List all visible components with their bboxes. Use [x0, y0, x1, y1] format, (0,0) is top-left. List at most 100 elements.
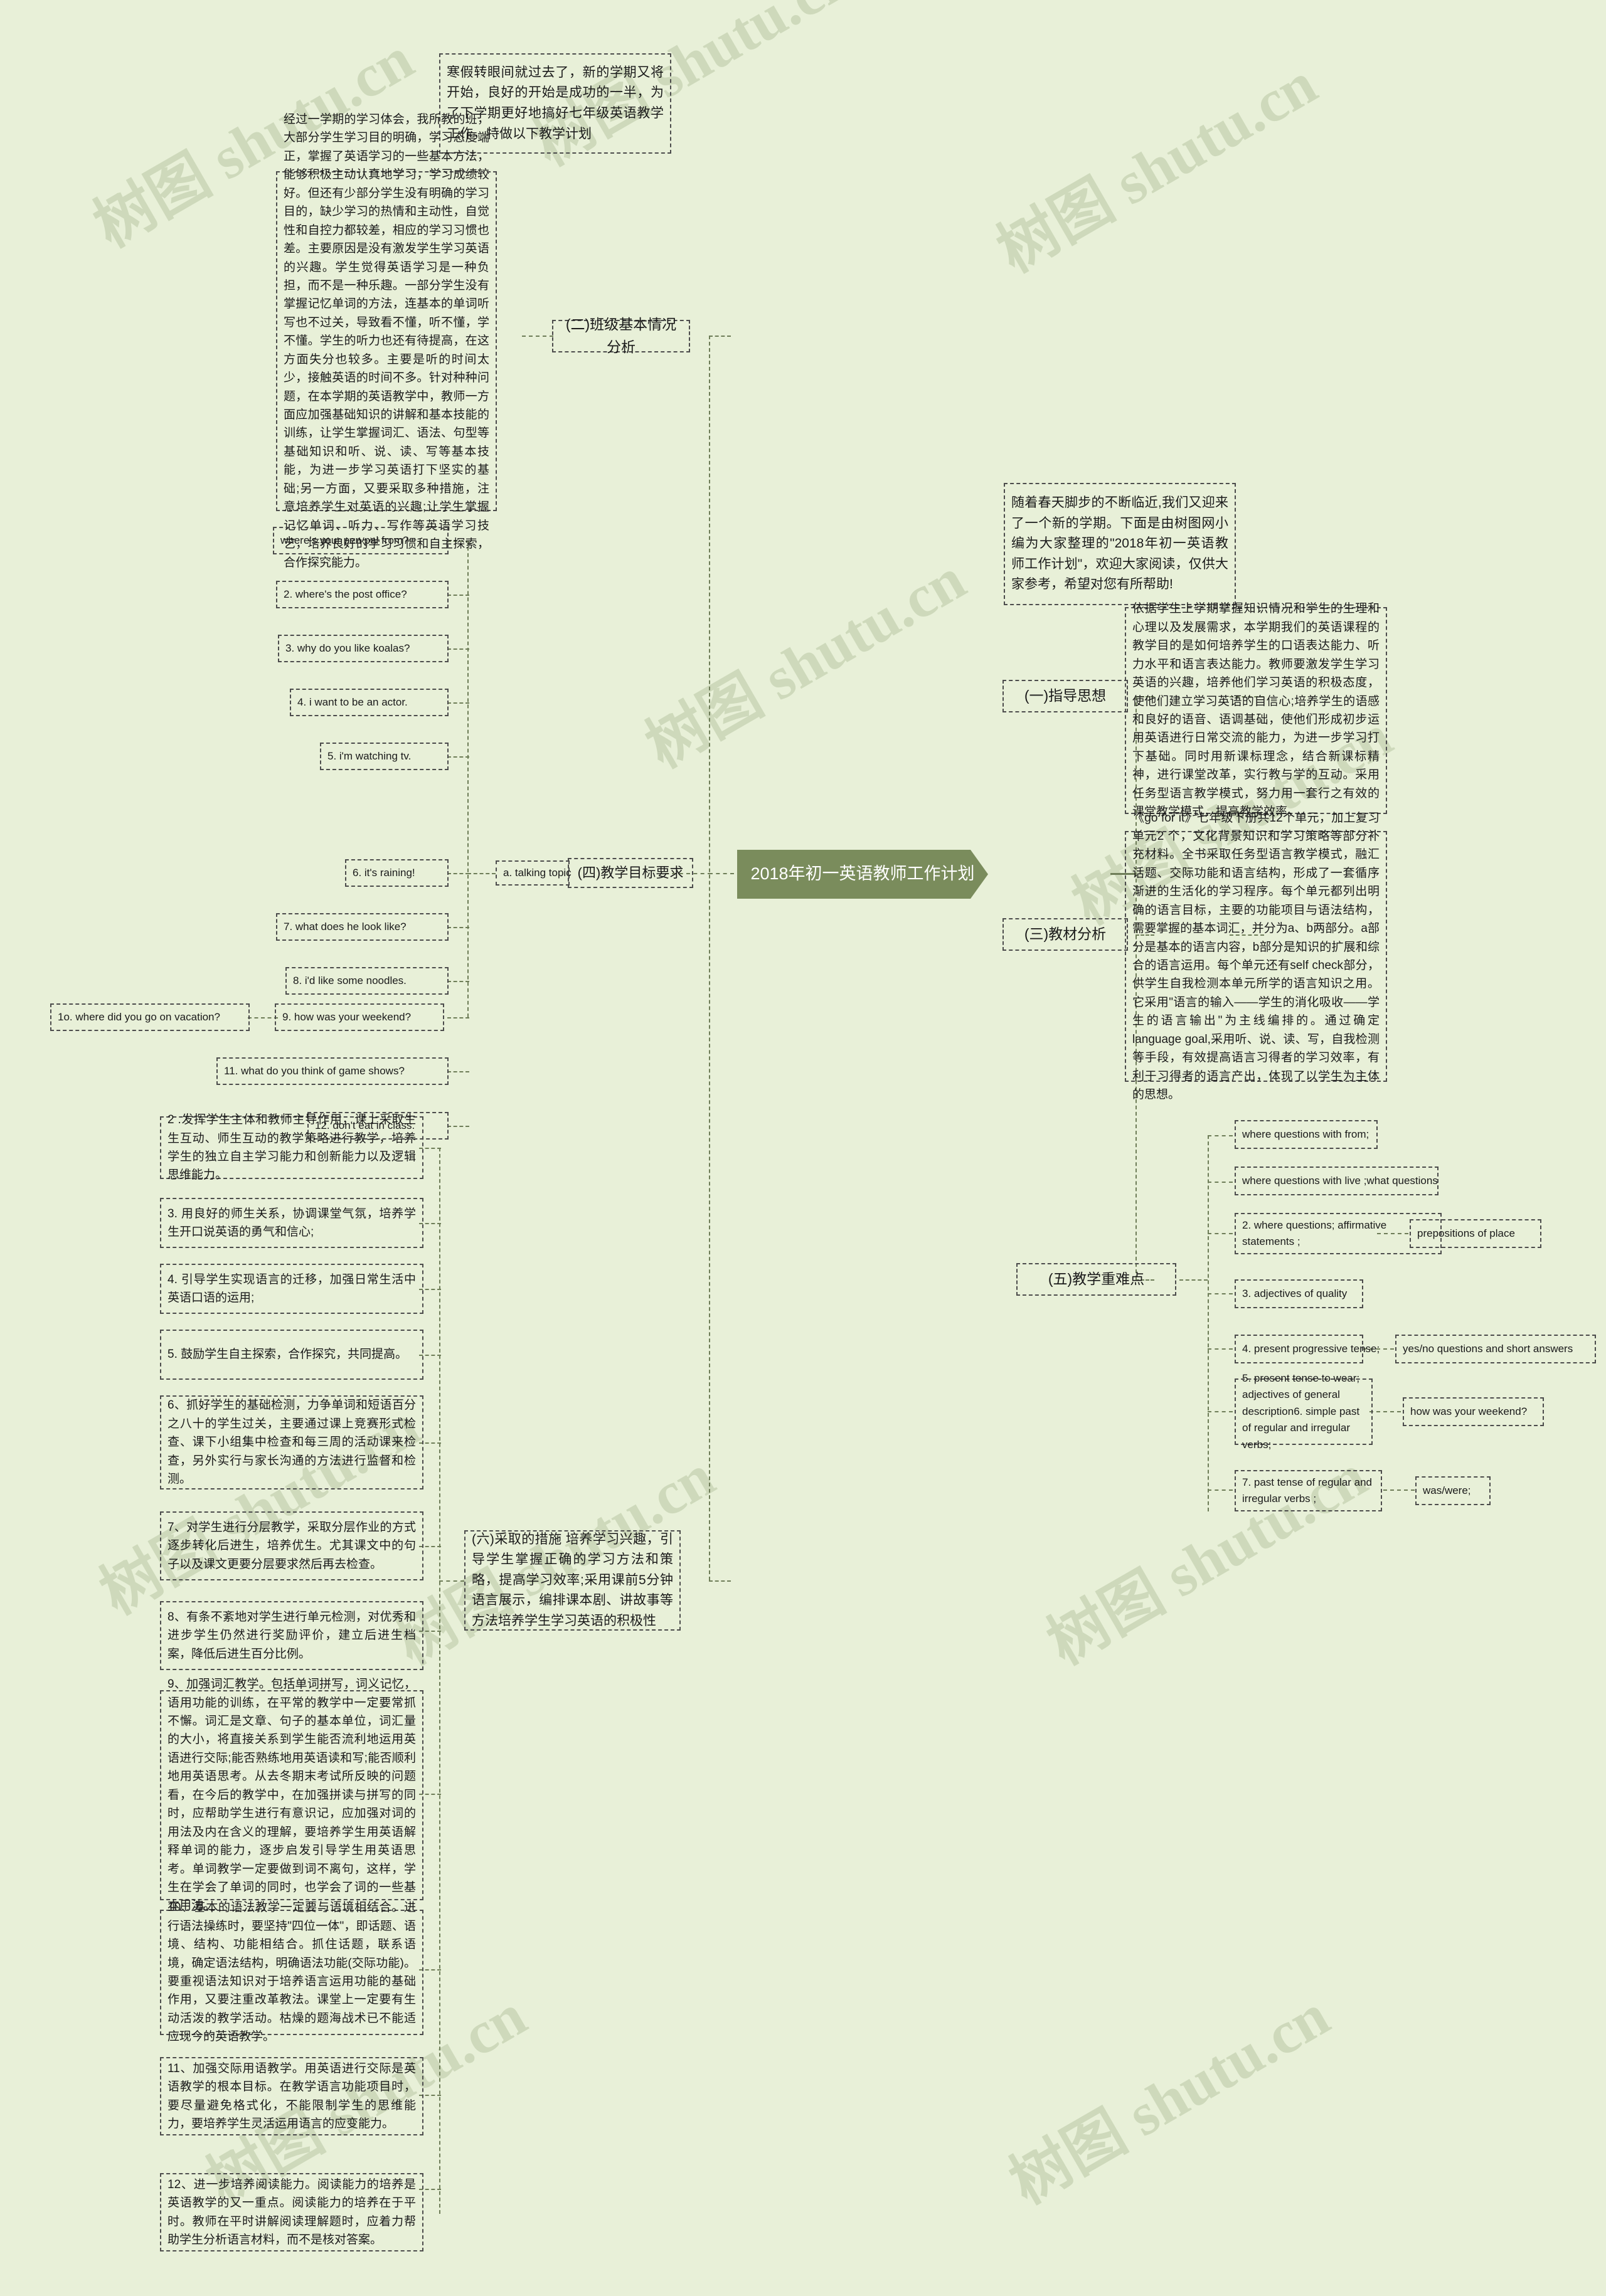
connector	[447, 927, 469, 928]
section4-label-node[interactable]: (四)教学目标要求	[568, 858, 693, 888]
measure-node[interactable]: 11、加强交际用语教学。用英语进行交际是英语教学的根本目标。在教学语言功能项目时…	[160, 2057, 423, 2135]
keypoint-child-node[interactable]: yes/no questions and short answers	[1395, 1335, 1596, 1363]
connector	[1383, 1489, 1415, 1491]
topic-node[interactable]: 1o. where did you go on vacation?	[50, 1003, 250, 1031]
keypoint-child-text: prepositions of place	[1417, 1227, 1515, 1239]
connector	[447, 595, 469, 596]
section1-body-text: 依据学生上学期掌握知识情况和学生的生理和心理以及发展需求，本学期我们的英语课程的…	[1132, 602, 1380, 819]
topic-node[interactable]: 7. what does he look like?	[276, 913, 449, 941]
keypoint-child-text: how was your weekend?	[1410, 1405, 1528, 1417]
keypoint-child-text: was/were;	[1423, 1484, 1471, 1496]
measure-text: 8、有条不紊地对学生进行单元检测，对优秀和进步学生仍然进行奖励评价，建立后进生档…	[168, 1610, 416, 1661]
watermark: 树图 shutu.cn	[999, 1981, 1340, 2217]
section2-body-text: 经过一学期的学习体会，我所教的班，大部分学生学习目的明确，学习态度端正，掌握了英…	[284, 113, 489, 569]
keypoint-text: 5. present tense to wear; adjectives of …	[1242, 1372, 1360, 1451]
topic-node[interactable]: 5. i'm watching tv.	[320, 743, 449, 770]
topic-node[interactable]: 11. what do you think of game shows?	[216, 1057, 449, 1085]
topic-node[interactable]: 3. why do you like koalas?	[278, 635, 449, 662]
section3-label-text: (三)教材分析	[1024, 926, 1107, 943]
connector	[447, 981, 469, 982]
topic-text: 4. i want to be an actor.	[297, 696, 408, 708]
measure-node[interactable]: 6、抓好学生的基础检测，力争单词和短语百分之八十的学生过关，主要通过课上竞赛形式…	[160, 1395, 423, 1489]
connector	[447, 756, 469, 758]
topic-node[interactable]: 9. how was your weekend?	[275, 1003, 444, 1031]
connector	[248, 1017, 278, 1018]
intro-right-text: 随着春天脚步的不断临近,我们又迎来了一个新的学期。下面是由树图网小编为大家整理的…	[1011, 495, 1228, 592]
keypoint-node[interactable]: 7. past tense of regular and irregular v…	[1235, 1470, 1382, 1511]
measure-text: 5. 鼓励学生自主探索，合作探究，共同提高。	[168, 1348, 408, 1362]
section3-body-text: 《go for it》七年级下册共12个单元，加上复习单元2 个，文化背景知识和…	[1132, 811, 1380, 1102]
section2-body-node[interactable]: 经过一学期的学习体会，我所教的班，大部分学生学习目的明确，学习态度端正，掌握了英…	[276, 113, 497, 569]
measure-node[interactable]: 10、基本的语法教学一定要与语境相结合。进行语法操练时，要坚持"四位一体"，即话…	[160, 1901, 423, 2043]
measure-text: 10、基本的语法教学一定要与语境相结合。进行语法操练时，要坚持"四位一体"，即话…	[168, 1901, 416, 2044]
watermark: 树图 shutu.cn	[1036, 1441, 1378, 1678]
connector	[1208, 1182, 1233, 1183]
keypoint-child-node[interactable]: how was your weekend?	[1403, 1397, 1544, 1426]
keypoint-node[interactable]: 3. adjectives of quality	[1235, 1279, 1363, 1308]
section3-label-node[interactable]: (三)教材分析	[1002, 918, 1128, 951]
section6-label-node[interactable]: (六)采取的措施 培养学习兴趣，引导学生掌握正确的学习方法和策略，提高学习效率;…	[464, 1530, 681, 1631]
section6-label-text: (六)采取的措施 培养学习兴趣，引导学生掌握正确的学习方法和策略，提高学习效率;…	[472, 1532, 673, 1628]
measure-node[interactable]: 4. 引导学生实现语言的迁移，加强日常生活中英语口语的运用;	[160, 1264, 423, 1314]
connector	[467, 873, 496, 874]
keypoint-child-node[interactable]: prepositions of place	[1410, 1219, 1541, 1248]
connector	[439, 1148, 440, 2214]
connector	[1208, 1348, 1233, 1350]
topic-text: 7. what does he look like?	[284, 920, 407, 933]
measure-text: 2 .发挥学生主体和教师主导作用，课上采取生生互动、师生互动的教学策略进行教学，…	[168, 1113, 416, 1182]
section4-sub-text: a. talking topic	[503, 866, 572, 879]
section4-sub-node[interactable]: a. talking topic	[496, 860, 572, 886]
topic-text: 3. why do you like koalas?	[285, 642, 410, 654]
keypoint-node[interactable]: 5. present tense to wear; adjectives of …	[1235, 1372, 1373, 1451]
connector	[709, 1580, 731, 1582]
connector	[447, 1126, 469, 1127]
topic-node[interactable]: 6. it's raining!	[345, 859, 449, 887]
section2-label-node[interactable]: (二)班级基本情况分析	[552, 316, 690, 355]
keypoint-text: where questions with live ;what question…	[1242, 1174, 1438, 1187]
topic-node[interactable]: 2. where's the post office?	[276, 581, 449, 608]
connector	[1208, 1411, 1233, 1412]
topic-node[interactable]: 4. i want to be an actor.	[290, 689, 449, 716]
connector	[439, 1580, 464, 1582]
section5-label-text: (五)教学重难点	[1048, 1271, 1145, 1288]
measure-node[interactable]: 9、加强词汇教学。包括单词拼写，词义记忆，语用功能的训练，在平常的教学中一定要常…	[160, 1678, 423, 1912]
section1-body-node[interactable]: 依据学生上学期掌握知识情况和学生的生理和心理以及发展需求，本学期我们的英语课程的…	[1125, 602, 1387, 818]
watermark: 树图 shutu.cn	[986, 49, 1327, 285]
keypoint-node[interactable]: where questions with live ;what question…	[1235, 1167, 1438, 1195]
watermark: 树图 shutu.cn	[635, 544, 976, 781]
section5-label-node[interactable]: (五)教学重难点	[1016, 1263, 1176, 1296]
root-node[interactable]: 2018年初一英语教师工作计划	[737, 850, 988, 899]
keypoint-node[interactable]: where questions with from;	[1235, 1120, 1378, 1149]
measure-node[interactable]: 2 .发挥学生主体和教师主导作用，课上采取生生互动、师生互动的教学策略进行教学，…	[160, 1113, 423, 1182]
section2-label-text: (二)班级基本情况分析	[565, 316, 677, 355]
measure-text: 3. 用良好的师生关系，协调课堂气氛，培养学生开口说英语的勇气和信心;	[168, 1207, 416, 1239]
topic-text: 6. it's raining!	[353, 866, 415, 879]
section3-body-node[interactable]: 《go for it》七年级下册共12个单元，加上复习单元2 个，文化背景知识和…	[1125, 812, 1387, 1101]
connector	[709, 336, 731, 337]
topic-text: 5. i'm watching tv.	[327, 749, 412, 762]
connector	[447, 702, 469, 704]
topic-node[interactable]: where's your pen pal from?	[273, 527, 449, 554]
connector	[467, 541, 469, 1017]
connector	[1208, 1135, 1209, 1511]
measure-node[interactable]: 3. 用良好的师生关系，协调课堂气氛，培养学生开口说英语的勇气和信心;	[160, 1198, 423, 1248]
connector	[447, 873, 469, 874]
section1-label-node[interactable]: (一)指导思想	[1002, 680, 1128, 712]
keypoint-text: where questions with from;	[1242, 1128, 1369, 1140]
keypoint-text: 7. past tense of regular and irregular v…	[1242, 1476, 1372, 1505]
measure-node[interactable]: 5. 鼓励学生自主探索，合作探究，共同提高。	[160, 1330, 423, 1380]
measure-node[interactable]: 8、有条不紊地对学生进行单元检测，对优秀和进步学生仍然进行奖励评价，建立后进生档…	[160, 1601, 423, 1670]
measure-node[interactable]: 12、进一步培养阅读能力。阅读能力的培养是英语教学的又一重点。阅读能力的培养在于…	[160, 2173, 423, 2251]
measure-text: 6、抓好学生的基础检测，力争单词和短语百分之八十的学生过关，主要通过课上竞赛形式…	[168, 1399, 416, 1486]
measure-node[interactable]: 7、对学生进行分层教学，采取分层作业的方式逐步转化后进生，培养优生。尤其课文中的…	[160, 1511, 423, 1580]
keypoint-child-text: yes/no questions and short answers	[1403, 1342, 1573, 1355]
measure-text: 7、对学生进行分层教学，采取分层作业的方式逐步转化后进生，培养优生。尤其课文中的…	[168, 1520, 416, 1571]
connector	[709, 336, 710, 1580]
keypoint-child-node[interactable]: was/were;	[1415, 1476, 1491, 1505]
keypoint-node[interactable]: 4. present progressive tense;	[1235, 1335, 1380, 1363]
topic-node[interactable]: 8. i'd like some noodles.	[285, 967, 449, 995]
connector	[1179, 1279, 1208, 1281]
connector	[709, 873, 734, 874]
connector	[1208, 1233, 1233, 1234]
intro-right-node[interactable]: 随着春天脚步的不断临近,我们又迎来了一个新的学期。下面是由树图网小编为大家整理的…	[1004, 483, 1236, 605]
